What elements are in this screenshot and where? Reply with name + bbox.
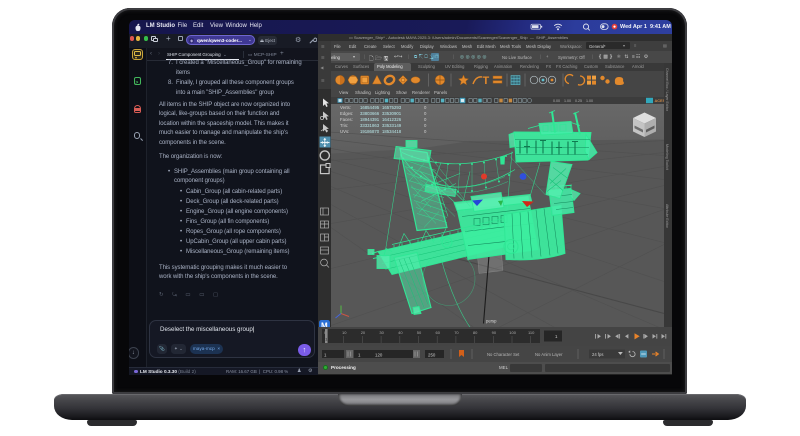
svg-text:persp: persp [486, 318, 497, 323]
svg-text:120: 120 [375, 352, 383, 357]
svg-text:18944391: 18944391 [360, 117, 380, 122]
svg-text:Edges:: Edges: [340, 111, 353, 116]
svg-text:T: T [483, 75, 490, 87]
svg-text:33331863: 33331863 [360, 123, 380, 128]
svg-text:16412326: 16412326 [382, 117, 402, 122]
svg-text:ACES: ACES [655, 98, 665, 103]
svg-text:UVs:: UVs: [340, 129, 349, 134]
svg-text:Faces:: Faces: [340, 117, 353, 122]
svg-text:1.00: 1.00 [564, 99, 571, 103]
svg-text:100: 100 [509, 330, 516, 335]
svg-text:10: 10 [342, 330, 347, 335]
svg-text:30: 30 [379, 330, 384, 335]
svg-text:No Character Set: No Character Set [487, 352, 520, 357]
svg-text:40: 40 [398, 330, 403, 335]
svg-text:33533149: 33533149 [382, 123, 402, 128]
svg-text:1: 1 [325, 338, 327, 342]
svg-text:33530901: 33530901 [382, 111, 402, 116]
svg-text:250: 250 [428, 352, 436, 357]
svg-text:60: 60 [436, 330, 441, 335]
svg-text:50: 50 [417, 330, 422, 335]
svg-text:No Anim Layer: No Anim Layer [535, 352, 563, 357]
svg-text:90: 90 [492, 330, 497, 335]
svg-text:16854495: 16854495 [360, 105, 380, 110]
svg-text:33803666: 33803666 [360, 111, 380, 116]
svg-text:70: 70 [454, 330, 459, 335]
svg-text:16575293: 16575293 [382, 105, 402, 110]
svg-text:0.00: 0.00 [553, 99, 560, 103]
svg-text:Verts:: Verts: [340, 105, 351, 110]
svg-text:20: 20 [361, 330, 366, 335]
svg-text:1.00: 1.00 [586, 99, 593, 103]
svg-text:Tris:: Tris: [340, 123, 348, 128]
svg-text:24 fps: 24 fps [592, 352, 603, 357]
svg-text:80: 80 [473, 330, 478, 335]
svg-text:19186870: 19186870 [360, 129, 380, 134]
svg-text:18534418: 18534418 [382, 129, 402, 134]
svg-text:110: 110 [528, 330, 535, 335]
svg-text:0.25: 0.25 [575, 99, 582, 103]
